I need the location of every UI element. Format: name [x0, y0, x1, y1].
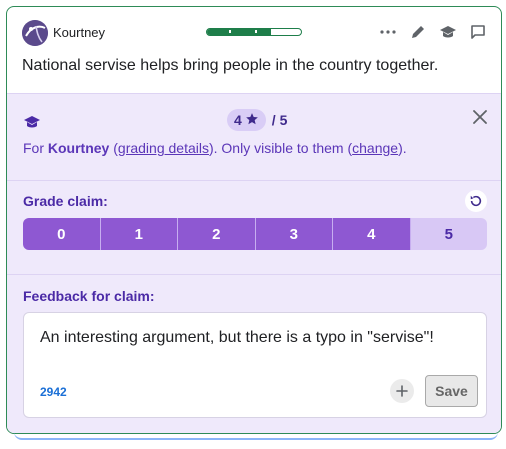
header-actions	[379, 23, 487, 41]
visibility-text: ). Only visible to them (	[208, 140, 353, 156]
card-stack-edge	[14, 432, 498, 440]
visibility-note: For Kourtney (grading details). Only vis…	[23, 140, 407, 156]
divider	[7, 274, 501, 275]
paren-close: ).	[398, 140, 407, 156]
star-icon	[245, 112, 259, 129]
comment-icon[interactable]	[469, 23, 487, 41]
divider	[7, 180, 501, 181]
grading-panel: 4 / 5 For Kourtney (grading details). On…	[7, 93, 501, 433]
grade-option-5[interactable]: 5	[410, 218, 487, 250]
grading-details-link[interactable]: grading details	[118, 140, 209, 156]
progress-tick	[255, 30, 257, 33]
change-link[interactable]: change	[352, 140, 398, 156]
feedback-text[interactable]: An interesting argument, but there is a …	[40, 329, 434, 347]
progress-bar	[206, 28, 302, 36]
grade-option-2[interactable]: 2	[178, 218, 256, 250]
progress-tick	[229, 30, 231, 33]
post-header: Kourtney National servise helps bring pe…	[7, 7, 501, 93]
graduation-cap-icon	[23, 114, 41, 135]
author-name[interactable]: Kourtney	[53, 25, 105, 40]
graduation-cap-icon[interactable]	[439, 23, 457, 41]
pencil-icon[interactable]	[409, 23, 427, 41]
close-icon[interactable]	[473, 110, 487, 129]
grade-option-3[interactable]: 3	[255, 218, 333, 250]
save-button[interactable]: Save	[425, 375, 478, 407]
score-display: 4 / 5	[227, 109, 287, 131]
feedback-label: Feedback for claim:	[23, 288, 155, 304]
post-text: National servise helps bring people in t…	[22, 57, 439, 74]
more-icon[interactable]	[379, 23, 397, 41]
grade-option-0[interactable]: 0	[23, 218, 101, 250]
for-prefix: For	[23, 140, 48, 156]
score-badge: 4	[227, 109, 266, 131]
add-icon[interactable]	[390, 379, 414, 403]
progress-fill	[207, 29, 271, 35]
paren-open: (	[109, 140, 118, 156]
student-name: Kourtney	[47, 140, 110, 156]
grade-selector: 012345	[23, 218, 487, 250]
grade-option-4[interactable]: 4	[333, 218, 411, 250]
feedback-count: 2942	[40, 385, 67, 399]
grade-claim-label: Grade claim:	[23, 193, 108, 209]
grade-option-1[interactable]: 1	[100, 218, 178, 250]
score-max: / 5	[271, 112, 288, 128]
reset-icon[interactable]	[465, 190, 487, 212]
feedback-editor[interactable]: An interesting argument, but there is a …	[23, 312, 487, 418]
score-value: 4	[234, 112, 242, 128]
post-card: Kourtney National servise helps bring pe…	[6, 6, 502, 434]
avatar[interactable]	[22, 20, 48, 46]
